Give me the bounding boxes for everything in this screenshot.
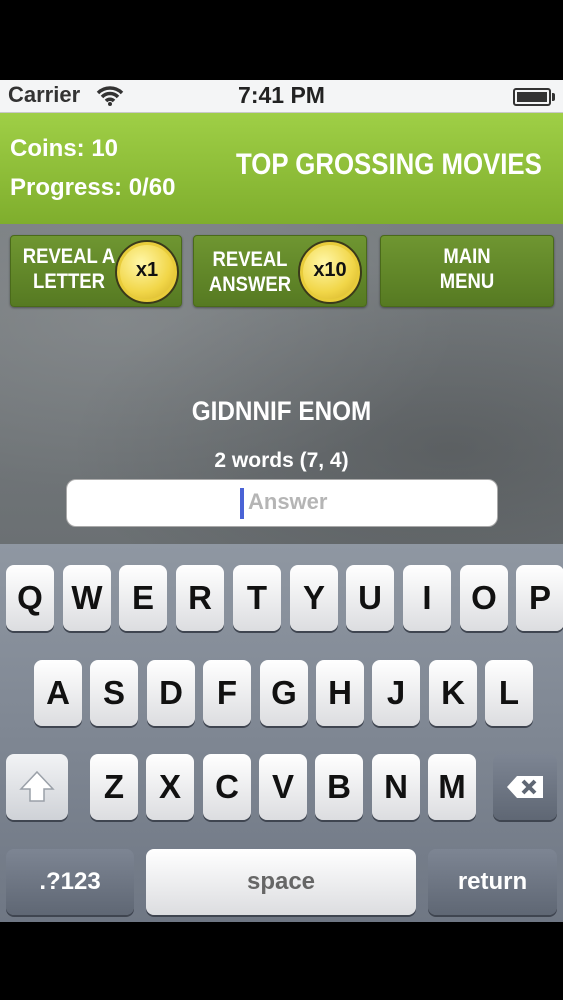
game-header: Coins: 10 Progress: 0/60 TOP GROSSING MO… — [0, 113, 563, 224]
answer-placeholder: Answer — [248, 489, 328, 514]
status-time: 7:41 PM — [238, 82, 325, 108]
key-c[interactable]: C — [203, 754, 251, 820]
key-b[interactable]: B — [315, 754, 363, 820]
backspace-key[interactable] — [493, 754, 557, 820]
key-s[interactable]: S — [90, 660, 138, 726]
shift-arrow-icon — [19, 770, 55, 802]
key-d[interactable]: D — [147, 660, 195, 726]
key-j[interactable]: J — [372, 660, 420, 726]
status-bar: Carrier 7:41 PM — [0, 80, 563, 113]
puzzle-area: REVEAL A LETTER x1 REVEAL ANSWER x10 MAIN M… — [0, 224, 563, 544]
reveal-letter-cost: x1 — [135, 259, 159, 281]
category-title: TOP GROSSING MOVIES — [236, 148, 542, 181]
key-h[interactable]: H — [316, 660, 364, 726]
shift-key[interactable] — [6, 754, 68, 820]
key-t[interactable]: T — [233, 565, 281, 631]
reveal-letter-label: REVEAL A LETTER — [22, 245, 116, 293]
top-black-bar — [0, 0, 563, 80]
main-menu-label: MAIN MENU — [439, 245, 495, 293]
key-w[interactable]: W — [63, 565, 111, 631]
coins-counter: Coins: 10 — [10, 135, 119, 162]
key-z[interactable]: Z — [90, 754, 138, 820]
key-r[interactable]: R — [176, 565, 224, 631]
reveal-answer-cost: x10 — [313, 259, 347, 281]
key-k[interactable]: K — [429, 660, 477, 726]
text-caret — [240, 488, 244, 519]
key-g[interactable]: G — [260, 660, 308, 726]
reveal-answer-label: REVEAL ANSWER — [208, 248, 292, 296]
keyboard: .?123 space return QWERTYUIOP ASDFGHJKL ZX… — [0, 544, 563, 922]
word-count-hint: 2 words (7, 4) — [214, 449, 349, 472]
key-i[interactable]: I — [403, 565, 451, 631]
key-y[interactable]: Y — [290, 565, 338, 631]
return-key[interactable]: return — [428, 849, 557, 915]
answer-input[interactable]: Answer — [66, 479, 498, 527]
reveal-answer-button[interactable]: REVEAL ANSWER x10 — [193, 235, 367, 307]
space-key[interactable]: space — [146, 849, 416, 915]
bottom-black-bar — [0, 922, 563, 1000]
key-o[interactable]: O — [460, 565, 508, 631]
numbers-key[interactable]: .?123 — [6, 849, 134, 915]
backspace-icon — [507, 776, 543, 798]
key-m[interactable]: M — [428, 754, 476, 820]
progress-counter: Progress: 0/60 — [10, 174, 176, 201]
key-a[interactable]: A — [34, 660, 82, 726]
key-f[interactable]: F — [203, 660, 251, 726]
scrambled-word: GIDNNIF ENOM — [191, 396, 372, 426]
reveal-letter-button[interactable]: REVEAL A LETTER x1 — [10, 235, 182, 307]
key-p[interactable]: P — [516, 565, 563, 631]
key-l[interactable]: L — [485, 660, 533, 726]
coin-icon: x10 — [298, 240, 362, 304]
key-e[interactable]: E — [119, 565, 167, 631]
key-x[interactable]: X — [146, 754, 194, 820]
key-q[interactable]: Q — [6, 565, 54, 631]
main-menu-button[interactable]: MAIN MENU — [380, 235, 554, 307]
key-n[interactable]: N — [372, 754, 420, 820]
coin-icon: x1 — [115, 240, 179, 304]
key-v[interactable]: V — [259, 754, 307, 820]
battery-icon — [513, 88, 555, 106]
key-u[interactable]: U — [346, 565, 394, 631]
